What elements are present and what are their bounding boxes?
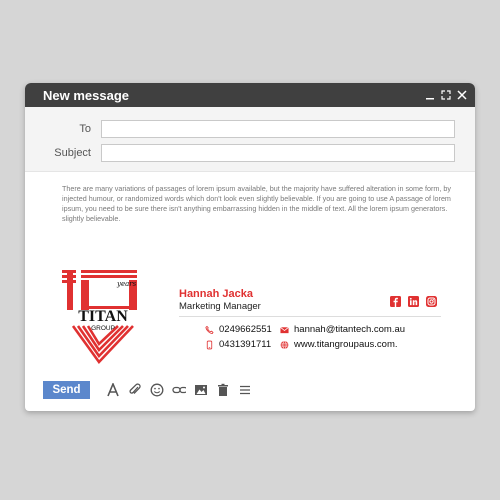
facebook-icon[interactable] bbox=[390, 294, 401, 307]
titan-logo: years TITAN GROUP bbox=[59, 266, 147, 366]
social-links bbox=[390, 294, 437, 307]
website-text[interactable]: www.titangroupaus.com. bbox=[294, 339, 398, 350]
compose-window: New message To Subject There are many va… bbox=[25, 83, 475, 411]
format-text-icon[interactable] bbox=[106, 383, 120, 397]
subject-label: Subject bbox=[54, 147, 91, 159]
phone2-text: 0431391711 bbox=[219, 339, 272, 350]
globe-icon bbox=[280, 340, 289, 349]
toolbar-tools bbox=[106, 383, 252, 397]
subject-field[interactable] bbox=[101, 144, 455, 162]
phone-icon bbox=[205, 325, 214, 334]
signature-name: Hannah Jacka bbox=[179, 288, 253, 300]
to-field[interactable] bbox=[101, 120, 455, 138]
minimize-icon[interactable] bbox=[425, 89, 435, 101]
mobile-phone-icon bbox=[206, 340, 213, 349]
signature-divider bbox=[179, 316, 441, 317]
body-text: There are many variations of passages of… bbox=[62, 184, 451, 223]
more-options-icon[interactable] bbox=[238, 383, 252, 397]
phone1-text: 0249662551 bbox=[219, 324, 272, 335]
email-icon bbox=[280, 326, 289, 333]
phone-landline: 0249662551 bbox=[205, 324, 272, 335]
recipient-header: To Subject bbox=[25, 107, 475, 172]
expand-icon[interactable] bbox=[441, 89, 451, 101]
svg-text:GROUP: GROUP bbox=[91, 325, 115, 332]
attach-icon[interactable] bbox=[128, 383, 142, 397]
trash-icon[interactable] bbox=[216, 383, 230, 397]
subject-row: Subject bbox=[43, 141, 455, 165]
to-row: To bbox=[43, 117, 455, 141]
instagram-icon[interactable] bbox=[426, 294, 437, 307]
image-icon[interactable] bbox=[194, 383, 208, 397]
close-icon[interactable] bbox=[457, 89, 467, 101]
email-text[interactable]: hannah@titantech.com.au bbox=[294, 324, 405, 335]
website-contact[interactable]: www.titangroupaus.com. bbox=[280, 339, 398, 350]
message-body[interactable]: There are many variations of passages of… bbox=[25, 172, 475, 224]
emoji-icon[interactable] bbox=[150, 383, 164, 397]
email-contact[interactable]: hannah@titantech.com.au bbox=[280, 324, 405, 335]
svg-text:years: years bbox=[116, 280, 137, 288]
linkedin-icon[interactable] bbox=[408, 294, 419, 307]
link-icon[interactable] bbox=[172, 383, 186, 397]
window-title: New message bbox=[43, 87, 129, 103]
phone-mobile: 0431391711 bbox=[205, 339, 271, 350]
send-button[interactable]: Send bbox=[43, 381, 90, 399]
compose-toolbar: Send bbox=[25, 369, 475, 411]
svg-text:TITAN: TITAN bbox=[78, 308, 128, 325]
window-controls bbox=[425, 89, 467, 101]
signature-role: Marketing Manager bbox=[179, 301, 261, 312]
email-signature: years TITAN GROUP Hannah Jacka Marketing… bbox=[59, 266, 459, 366]
to-label: To bbox=[79, 123, 91, 135]
title-bar: New message bbox=[25, 83, 475, 107]
